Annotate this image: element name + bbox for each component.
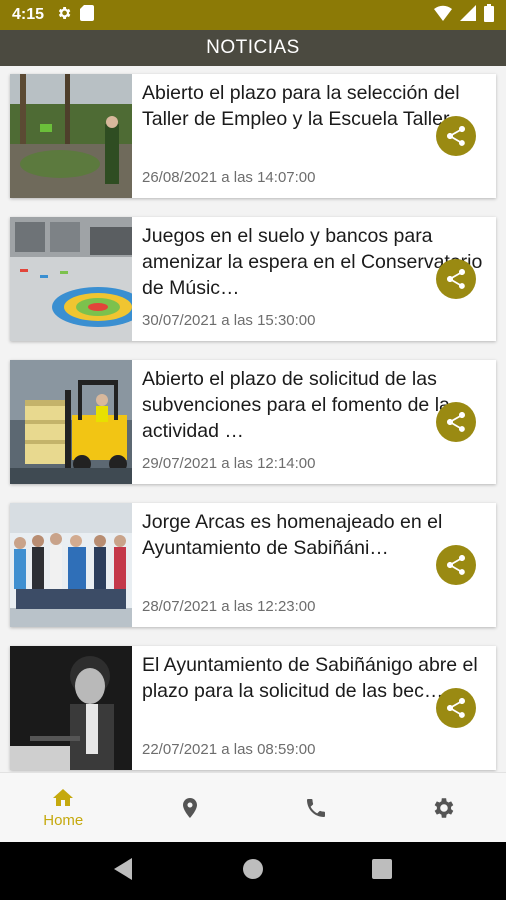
nav-home[interactable]: Home: [0, 773, 127, 842]
news-title: El Ayuntamiento de Sabiñánigo abre el pl…: [142, 654, 478, 702]
back-button[interactable]: [114, 857, 134, 885]
location-pin-icon: [182, 797, 197, 818]
news-date: 22/07/2021 a las 08:59:00: [142, 741, 316, 758]
back-triangle-icon: [114, 857, 132, 880]
home-circle-icon: [243, 858, 263, 879]
news-date: 26/08/2021 a las 14:07:00: [142, 169, 316, 186]
share-icon: [447, 555, 465, 575]
news-card[interactable]: El Ayuntamiento de Sabiñánigo abre el pl…: [10, 646, 496, 770]
news-date: 29/07/2021 a las 12:14:00: [142, 455, 316, 472]
news-thumbnail: [10, 646, 132, 770]
app-bar: NOTICIAS: [0, 30, 506, 66]
share-icon: [447, 126, 465, 146]
news-card[interactable]: Abierto el plazo para la selección del T…: [10, 74, 496, 198]
news-card[interactable]: Jorge Arcas es homenajeado en el Ayuntam…: [10, 503, 496, 627]
news-date: 30/07/2021 a las 15:30:00: [142, 312, 316, 329]
news-title: Abierto el plazo de solicitud de las sub…: [142, 368, 450, 442]
gear-icon: [434, 797, 454, 818]
news-card[interactable]: Abierto el plazo de solicitud de las sub…: [10, 360, 496, 484]
news-thumbnail: [10, 74, 132, 198]
battery-icon: [484, 3, 494, 27]
wifi-icon: [434, 5, 452, 26]
nav-home-label: Home: [43, 812, 84, 829]
nav-phone[interactable]: [253, 773, 380, 842]
share-icon: [447, 412, 465, 432]
settings-notification-icon: [56, 5, 72, 26]
bottom-nav: Home: [0, 772, 506, 842]
news-title: Abierto el plazo para la selección del T…: [142, 82, 460, 130]
news-thumbnail: [10, 217, 132, 341]
news-card[interactable]: Juegos en el suelo y bancos para ameniza…: [10, 217, 496, 341]
recents-square-icon: [372, 858, 392, 879]
phone-icon: [307, 798, 326, 817]
recents-button[interactable]: [372, 858, 392, 884]
home-icon: [53, 789, 74, 806]
news-title: Jorge Arcas es homenajeado en el Ayuntam…: [142, 511, 443, 559]
share-button[interactable]: [436, 545, 476, 585]
nav-settings[interactable]: [380, 773, 506, 842]
page-title: NOTICIAS: [206, 37, 300, 58]
news-thumbnail: [10, 360, 132, 484]
signal-icon: [460, 4, 476, 26]
home-system-button[interactable]: [242, 858, 264, 885]
share-button[interactable]: [436, 116, 476, 156]
status-time: 4:15: [12, 6, 45, 23]
status-bar: 4:15: [0, 0, 506, 30]
share-button[interactable]: [436, 259, 476, 299]
news-date: 28/07/2021 a las 12:23:00: [142, 598, 316, 615]
news-thumbnail: [10, 503, 132, 627]
news-title: Juegos en el suelo y bancos para ameniza…: [142, 225, 483, 299]
sd-card-icon: [80, 4, 95, 26]
share-icon: [447, 269, 465, 289]
system-nav-bar: [0, 842, 506, 900]
share-icon: [447, 698, 465, 718]
share-button[interactable]: [436, 402, 476, 442]
share-button[interactable]: [436, 688, 476, 728]
news-list[interactable]: Abierto el plazo para la selección del T…: [0, 66, 506, 772]
nav-location[interactable]: [127, 773, 254, 842]
